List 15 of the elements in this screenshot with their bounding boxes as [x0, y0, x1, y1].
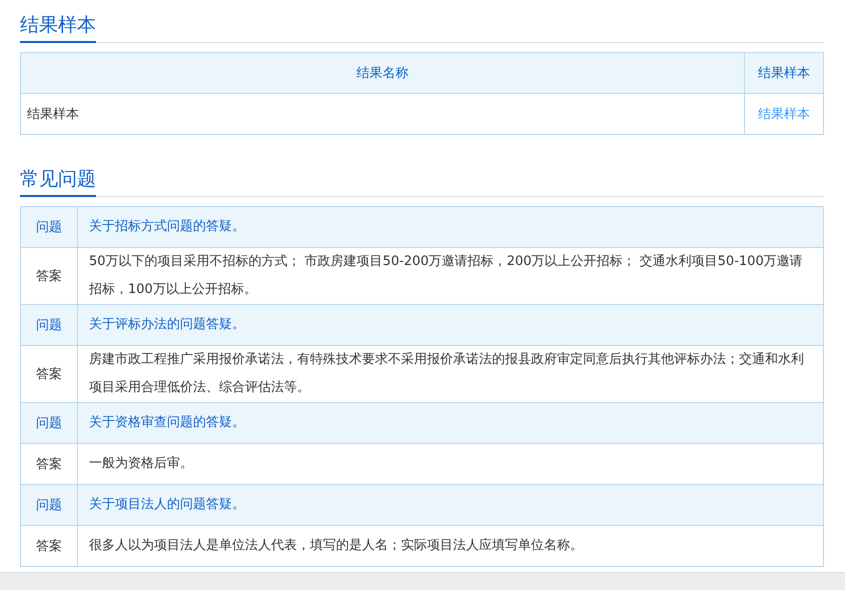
section-title: 结果样本 — [20, 13, 96, 43]
section-title: 常见问题 — [20, 167, 96, 197]
answer-text: 很多人以为项目法人是单位法人代表，填写的是人名；实际项目法人应填写单位名称。 — [78, 526, 824, 566]
question-text: 关于招标方式问题的答疑。 — [78, 206, 824, 248]
question-label: 问题 — [20, 304, 78, 346]
answer-label: 答案 — [20, 526, 78, 566]
table-cell: 结果样本 — [20, 94, 744, 134]
question-text: 关于评标办法的问题答疑。 — [78, 304, 824, 346]
question-label: 问题 — [20, 484, 78, 526]
question-label: 问题 — [20, 402, 78, 444]
question-text: 关于资格审查问题的答疑。 — [78, 402, 824, 444]
question-text: 关于项目法人的问题答疑。 — [78, 484, 824, 526]
column-header: 结果名称 — [20, 52, 744, 94]
column-header: 结果样本 — [744, 52, 824, 94]
question-label: 问题 — [20, 206, 78, 248]
